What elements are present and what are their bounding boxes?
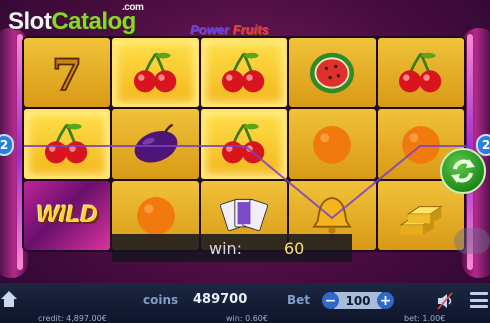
win-value: 60 (284, 238, 305, 258)
spin-button[interactable] (440, 148, 486, 194)
reel-cell-seven: 7 (24, 38, 111, 108)
cherry-symbol-icon (221, 123, 265, 164)
seven-symbol-icon: 7 (51, 50, 83, 96)
reel-cell-wild: WILD (24, 180, 111, 250)
plum-symbol-icon (134, 123, 177, 163)
reel-cell-cherry (112, 38, 199, 108)
reel-cell-plum (112, 109, 199, 179)
bet-label: Bet (287, 293, 311, 307)
gold-bars-symbol-icon (399, 206, 443, 235)
coins-value: 489700 (193, 292, 248, 307)
win-bar: win: 60 (112, 234, 352, 262)
coins-label: coins (143, 293, 179, 307)
win-amount: win: 0.60€ (226, 314, 268, 323)
bet-decrease-button[interactable]: − (322, 292, 339, 309)
logo-slot-text: Slot (8, 8, 52, 35)
watermelon-symbol-icon (310, 52, 355, 93)
spin-arrows-icon (451, 159, 475, 183)
menu-button[interactable] (470, 292, 488, 308)
hamburger-menu-icon-bar (470, 292, 488, 295)
hamburger-menu-icon-bar (470, 298, 488, 302)
reel-cell-cherry (200, 109, 288, 179)
cherry-symbol-icon (45, 123, 88, 164)
bet-amount: bet: 1.00€ (404, 314, 446, 323)
reel-cell-cherry (24, 109, 111, 179)
game-title-fruits: Fruits (232, 22, 269, 37)
home-button[interactable] (0, 290, 18, 308)
sound-button[interactable] (436, 291, 456, 311)
bell-symbol-icon (312, 197, 353, 235)
orange-symbol-icon (313, 125, 352, 164)
orange-symbol-icon (401, 125, 440, 164)
home-icon (1, 291, 17, 307)
bet-value: 100 (334, 292, 382, 309)
hamburger-menu-icon-bar (470, 305, 488, 308)
wild-symbol-icon: WILD (24, 180, 111, 250)
reel-cell-orange (289, 109, 376, 179)
reel-cell-watermelon (289, 38, 376, 108)
game-title-power: Power (190, 22, 230, 37)
orange-symbol-icon (136, 197, 175, 236)
logo-com-text: .com (122, 2, 144, 13)
cards-symbol-icon (219, 199, 269, 232)
cherry-symbol-icon (133, 52, 176, 92)
autoplay-button[interactable] (454, 228, 490, 254)
cherry-symbol-icon (398, 52, 442, 92)
credit-amount: credit: 4,897.00€ (38, 314, 107, 323)
slotcatalog-logo: SlotCatalog .com (8, 2, 144, 36)
win-label: win: (209, 238, 243, 258)
cherry-symbol-icon (221, 52, 265, 92)
reel-cell-cherry (200, 38, 288, 108)
reel-cell-cherry (377, 38, 464, 108)
reel-grid: 7 WILD (22, 36, 466, 252)
speaker-icon (437, 292, 453, 310)
bet-increase-button[interactable]: + (377, 292, 394, 309)
game-title: Power Fruits (190, 22, 269, 37)
svg-text:7: 7 (52, 50, 82, 96)
